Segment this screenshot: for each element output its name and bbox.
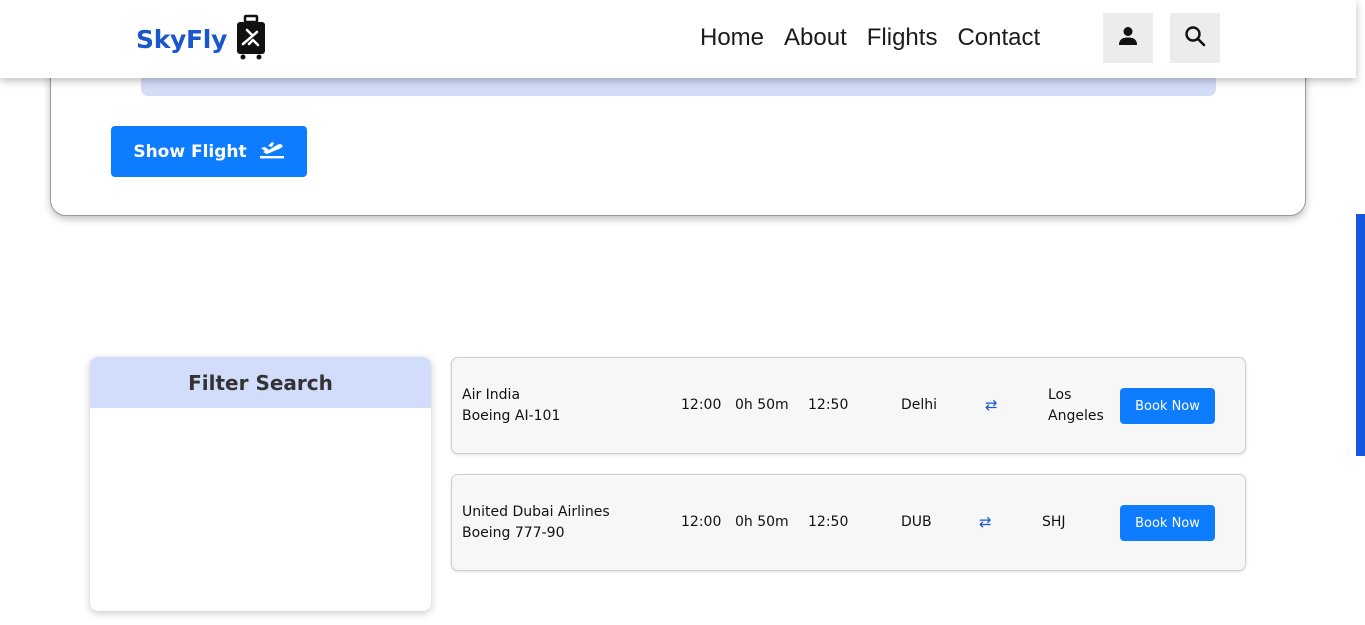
account-button[interactable] [1103,13,1153,63]
search-button[interactable] [1170,13,1220,63]
departure-time: 12:00 [681,514,722,530]
flight-airline-info: United Dubai Airlines Boeing 777-90 [462,475,610,570]
nav-about[interactable]: About [784,20,847,56]
flight-card: Air India Boeing AI-101 12:00 0h 50m 12:… [451,357,1246,454]
plane-departure-icon [259,139,285,164]
nav-home[interactable]: Home [700,20,764,56]
nav-flights[interactable]: Flights [867,20,938,56]
logo-text: SkyFly [136,24,228,54]
show-flight-label: Show Flight [133,141,247,162]
origin-city: Delhi [901,397,938,413]
site-header: SkyFly Home About Flights Contact [0,0,1356,78]
luggage-plane-icon [233,14,269,64]
flight-card: United Dubai Airlines Boeing 777-90 12:0… [451,474,1246,571]
arrival-time: 12:50 [808,514,849,530]
aircraft-name: Boeing AI-101 [462,407,561,424]
arrival-time: 12:50 [808,397,849,413]
flight-airline-info: Air India Boeing AI-101 [462,358,560,453]
book-now-button[interactable]: Book Now [1120,388,1215,424]
filter-title: Filter Search [90,357,431,408]
flight-duration: 0h 50m [735,514,789,530]
book-now-button[interactable]: Book Now [1120,505,1215,541]
page: Show Flight SkyFly Home About Flights Co… [0,0,1365,625]
swap-arrows-icon: ⇄ [985,396,998,414]
aircraft-name: Boeing 777-90 [462,524,565,541]
user-icon [1117,25,1139,51]
logo[interactable]: SkyFly [136,14,269,64]
swap-arrows-icon: ⇄ [979,513,992,531]
origin-city: DUB [901,514,932,530]
search-icon [1184,25,1206,51]
nav-contact[interactable]: Contact [957,20,1040,56]
scroll-indicator[interactable] [1356,214,1365,456]
departure-time: 12:00 [681,397,722,413]
destination-city: Los Angeles [1048,386,1104,424]
main-nav: Home About Flights Contact [700,20,1040,56]
filter-panel: Filter Search [90,357,431,611]
airline-name: United Dubai Airlines [462,503,610,520]
flight-duration: 0h 50m [735,397,789,413]
airline-name: Air India [462,386,521,403]
show-flight-button[interactable]: Show Flight [111,126,307,177]
destination-city: SHJ [1042,514,1066,530]
